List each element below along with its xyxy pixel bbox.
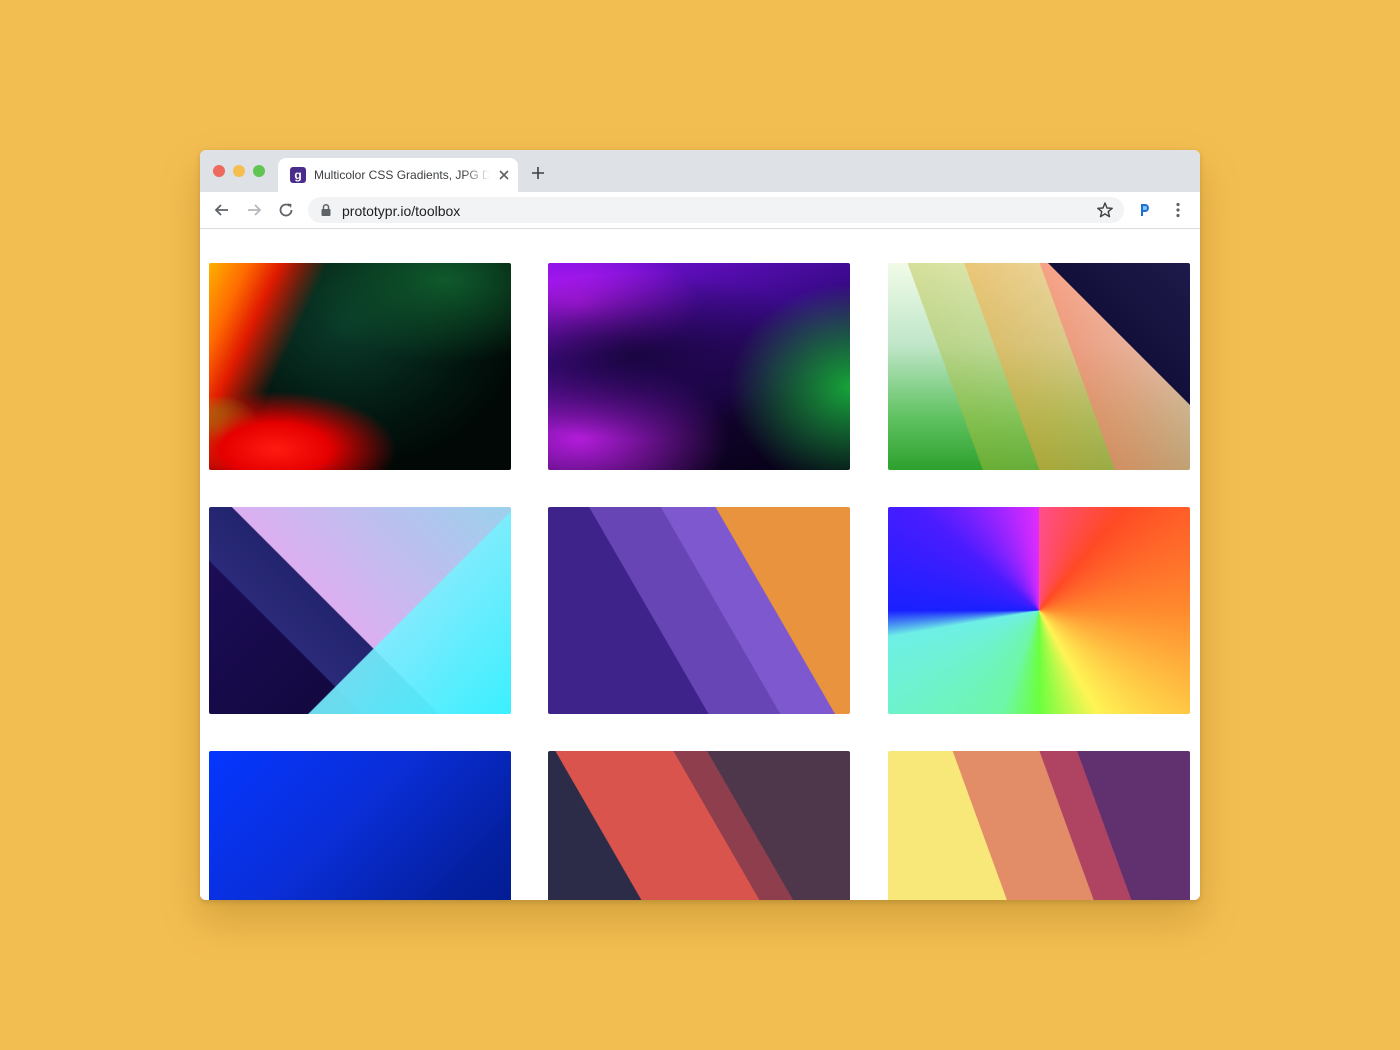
star-icon[interactable] <box>1096 201 1114 219</box>
browser-toolbar: prototypr.io/toolbox <box>200 192 1200 229</box>
gradient-card-4[interactable] <box>209 507 511 714</box>
gradient-card-3[interactable] <box>888 263 1190 470</box>
tab-strip: g Multicolor CSS Gradients, JPG Download… <box>200 150 1200 192</box>
site-favicon-icon: g <box>290 167 306 183</box>
address-bar[interactable]: prototypr.io/toolbox <box>308 197 1124 223</box>
url-text: prototypr.io/toolbox <box>342 203 461 219</box>
arrow-left-icon[interactable] <box>213 201 231 219</box>
lock-icon <box>321 203 331 216</box>
browser-tab[interactable]: g Multicolor CSS Gradients, JPG Download… <box>278 158 518 192</box>
gradient-card-5[interactable] <box>548 507 850 714</box>
gradient-card-2[interactable] <box>548 263 850 470</box>
gradient-card-8[interactable] <box>548 751 850 900</box>
maximize-window-button[interactable] <box>253 165 265 177</box>
gradient-card-6[interactable] <box>888 507 1190 714</box>
gradient-card-1[interactable] <box>209 263 511 470</box>
arrow-right-icon[interactable] <box>245 201 263 219</box>
prototypr-extension-icon[interactable] <box>1136 201 1154 219</box>
minimize-window-button[interactable] <box>233 165 245 177</box>
gradient-card-7[interactable] <box>209 751 511 900</box>
page-content <box>200 229 1200 900</box>
tab-title: Multicolor CSS Gradients, JPG Downloads <box>314 168 490 182</box>
vertical-dots-icon[interactable] <box>1170 201 1186 219</box>
close-icon[interactable] <box>496 167 512 183</box>
close-window-button[interactable] <box>213 165 225 177</box>
gradient-card-9[interactable] <box>888 751 1190 900</box>
plus-icon[interactable] <box>530 165 546 181</box>
browser-window: g Multicolor CSS Gradients, JPG Download… <box>200 150 1200 900</box>
reload-icon[interactable] <box>277 201 295 219</box>
